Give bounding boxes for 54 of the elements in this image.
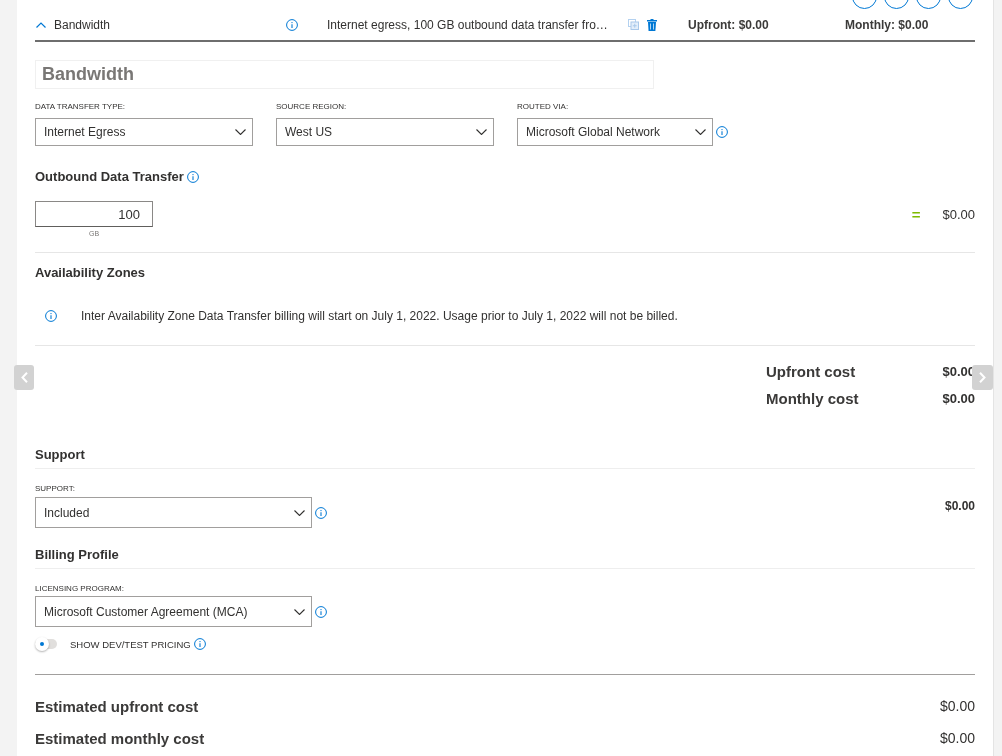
circle-button-icon[interactable] <box>948 0 973 9</box>
name-field[interactable]: Bandwidth <box>35 60 654 89</box>
field-label: SUPPORT: <box>35 483 76 495</box>
chevron-down-icon <box>695 129 706 135</box>
info-icon[interactable] <box>315 605 327 618</box>
field-label: ROUTED VIA: <box>517 101 570 113</box>
chevron-down-icon <box>294 608 305 615</box>
circle-button-icon[interactable] <box>852 0 877 9</box>
cost-value: $0.00 <box>942 206 975 222</box>
info-icon[interactable] <box>193 638 206 650</box>
total-value: $0.00 <box>942 390 975 406</box>
copy-icon[interactable] <box>628 19 639 30</box>
service-description: Internet egress, 100 GB outbound data transfer fro… <box>327 17 609 32</box>
chevron-down-icon <box>235 129 246 135</box>
chevron-down-icon <box>294 509 305 516</box>
service-name[interactable]: Bandwidth <box>54 17 111 32</box>
estimate-value: $0.00 <box>939 730 975 746</box>
field-label: DATA TRANSFER TYPE: <box>35 101 127 113</box>
section-title: Support <box>35 447 85 463</box>
estimate-label: Estimated monthly cost <box>35 729 205 747</box>
select-dropdown[interactable]: Included <box>35 497 312 528</box>
field-label: SOURCE REGION: <box>276 101 348 113</box>
estimate-label: Estimated upfront cost <box>35 697 199 715</box>
info-icon[interactable] <box>186 171 199 183</box>
chevron-right-icon <box>979 372 986 383</box>
info-icon[interactable] <box>716 126 728 138</box>
estimate-value: $0.00 <box>939 698 975 714</box>
chevron-left-icon <box>20 372 28 383</box>
total-label: Upfront cost <box>766 362 856 380</box>
toggle-label: SHOW DEV/TEST PRICING <box>70 638 191 650</box>
select-dropdown[interactable]: Microsoft Customer Agreement (MCA) <box>35 596 312 627</box>
notice-text: Inter Availability Zone Data Transfer billing will start on July 1, 2022. Usage prior to July 1, 2022 will not be billed. <box>81 308 678 324</box>
info-icon[interactable] <box>315 506 327 519</box>
info-icon[interactable] <box>286 18 298 31</box>
quantity-field[interactable]: 100 <box>35 201 153 227</box>
info-icon[interactable] <box>45 310 57 322</box>
upfront-summary: Upfront: $0.00 <box>688 17 770 32</box>
select-dropdown[interactable]: West US <box>276 118 494 146</box>
equals-sign: = <box>911 205 921 223</box>
section-title: Availability Zones <box>35 265 146 281</box>
trash-icon[interactable] <box>647 18 657 31</box>
circle-button-icon[interactable] <box>884 0 909 9</box>
select-dropdown[interactable]: Microsoft Global Network <box>517 118 713 146</box>
circle-button-icon[interactable] <box>916 0 941 9</box>
monthly-summary: Monthly: $0.00 <box>845 17 930 32</box>
section-title: Billing Profile <box>35 547 119 563</box>
section-title: Outbound Data Transfer <box>35 169 184 185</box>
select-dropdown[interactable]: Internet Egress <box>35 118 253 146</box>
total-label: Monthly cost <box>766 389 859 407</box>
field-label: LICENSING PROGRAM: <box>35 583 125 595</box>
toggle-switch[interactable] <box>35 639 57 649</box>
chevron-up-icon[interactable] <box>36 21 46 28</box>
chevron-down-icon <box>476 129 487 135</box>
cost-value: $0.00 <box>944 498 975 513</box>
